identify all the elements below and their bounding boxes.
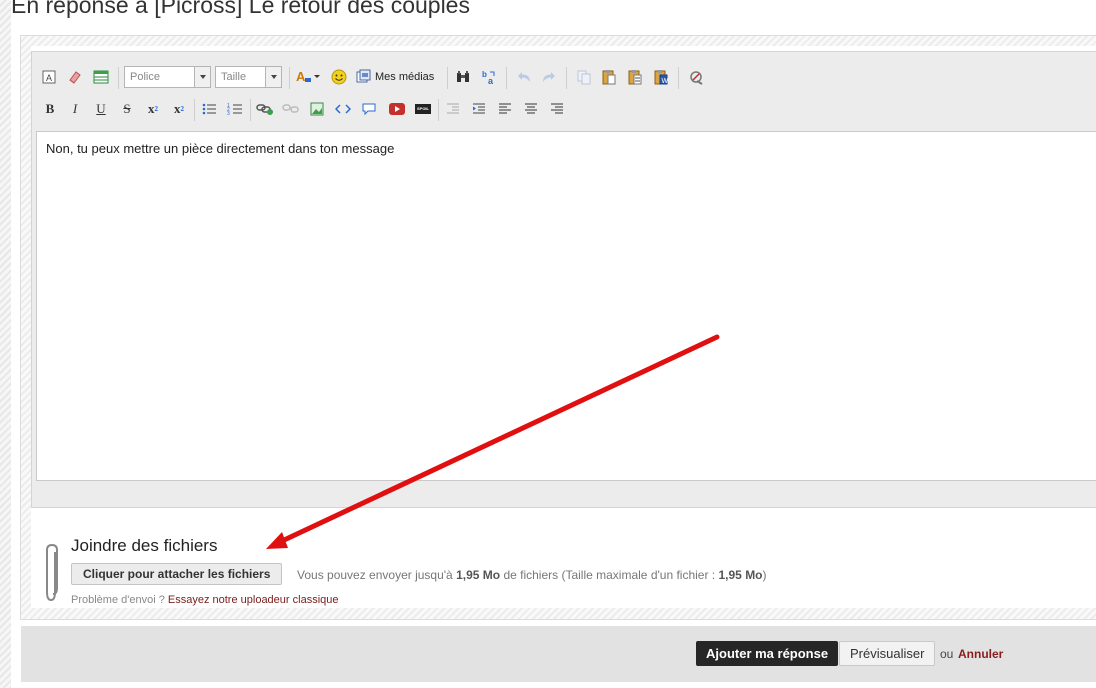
code-icon[interactable] [332,98,354,120]
superscript-button[interactable]: x2 [168,98,190,120]
font-size-value: Taille [221,71,247,83]
toolbar-separator [506,67,507,89]
page-title: En réponse à [Picross] Le retour des cou… [11,0,470,18]
subscript-button[interactable]: x2 [142,98,164,120]
toolbar-separator [438,99,439,121]
form-footer: Ajouter ma réponse Prévisualiser ou Annu… [21,626,1096,682]
toolbar-separator [566,67,567,89]
or-text: ou [940,647,954,661]
table-icon[interactable] [90,66,112,88]
spellcheck-icon[interactable] [685,66,707,88]
problem-prefix: Problème d'envoi ? [71,594,165,606]
toolbar-separator [678,67,679,89]
bold-button[interactable]: B [39,98,61,120]
copy-icon[interactable] [573,66,595,88]
attachments-section: Joindre des fichiers Cliquer pour attach… [31,526,1096,606]
paste-word-icon[interactable]: W [650,66,672,88]
image-icon[interactable] [306,98,328,120]
eraser-icon[interactable] [64,66,86,88]
message-text: Non, tu peux mettre un pièce directement… [46,141,395,156]
svg-text:a: a [488,76,494,85]
attach-files-button[interactable]: Cliquer pour attacher les fichiers [71,563,283,585]
max-file-size: 1,95 Mo [718,568,763,582]
toolbar-separator [289,67,290,89]
quote-icon[interactable] [358,98,380,120]
strike-button[interactable]: S [116,98,138,120]
media-label: Mes médias [375,71,435,83]
align-left-icon[interactable] [494,98,516,120]
toolbar-separator [447,67,448,89]
indent-icon[interactable] [468,98,490,120]
outdent-icon[interactable] [442,98,464,120]
font-size-select[interactable]: Taille [215,66,282,88]
info-suffix: ) [762,568,767,582]
text-color-icon[interactable]: A [294,66,322,88]
toolbar-row-2: B I U S x2 x2 123 SPOIL [36,95,1096,123]
rich-text-editor: A Police Taille A Mes médias b a W B I U… [31,51,1096,508]
paperclip-icon [43,543,61,609]
source-icon[interactable]: A [38,66,60,88]
unlink-icon[interactable] [280,98,302,120]
numbered-list-icon[interactable]: 123 [224,98,246,120]
font-family-value: Police [130,71,160,83]
paste-icon[interactable] [598,66,620,88]
chevron-down-icon [265,67,281,87]
svg-text:A: A [296,69,306,84]
toolbar-separator [194,99,195,121]
toolbar-separator [250,99,251,121]
max-total-size: 1,95 Mo [456,568,501,582]
youtube-icon[interactable] [386,98,408,120]
replace-icon[interactable]: ba [478,66,500,88]
italic-button[interactable]: I [64,98,86,120]
svg-text:A: A [46,73,52,83]
preview-button[interactable]: Prévisualiser [839,641,936,666]
form-inner: A Police Taille A Mes médias b a W B I U… [31,46,1096,608]
attachments-title: Joindre des fichiers [71,536,218,555]
align-right-icon[interactable] [546,98,568,120]
media-button[interactable]: Mes médias [356,66,434,88]
info-middle: de fichiers (Taille maximale d'un fichie… [503,568,716,582]
spoiler-button[interactable]: SPOIL [412,98,434,120]
chevron-down-icon [194,67,210,87]
svg-text:3: 3 [227,111,230,116]
toolbar-row-1: A Police Taille A Mes médias b a W [36,63,1096,93]
font-family-select[interactable]: Police [124,66,211,88]
spoiler-label: SPOIL [415,104,431,114]
paste-text-icon[interactable] [624,66,646,88]
submit-reply-button[interactable]: Ajouter ma réponse [696,641,839,666]
svg-text:b: b [482,70,487,79]
undo-icon[interactable] [513,66,535,88]
binoculars-icon[interactable] [452,66,474,88]
message-textarea[interactable]: Non, tu peux mettre un pièce directement… [36,131,1096,481]
redo-icon[interactable] [538,66,560,88]
svg-text:W: W [662,78,669,85]
media-icon [356,69,371,83]
link-icon[interactable] [254,98,276,120]
attachments-info: Vous pouvez envoyer jusqu'à 1,95 Mo de f… [297,568,767,582]
align-center-icon[interactable] [520,98,542,120]
underline-button[interactable]: U [90,98,112,120]
smiley-icon[interactable] [328,66,350,88]
bullet-list-icon[interactable] [198,98,220,120]
upload-problem-text: Problème d'envoi ? Essayez notre uploade… [71,594,339,606]
reply-form: A Police Taille A Mes médias b a W B I U… [20,35,1096,620]
toolbar-separator [118,67,119,89]
cancel-link[interactable]: Annuler [958,647,1003,661]
classic-uploader-link[interactable]: Essayez notre uploadeur classique [168,594,339,606]
info-prefix: Vous pouvez envoyer jusqu'à [297,568,453,582]
